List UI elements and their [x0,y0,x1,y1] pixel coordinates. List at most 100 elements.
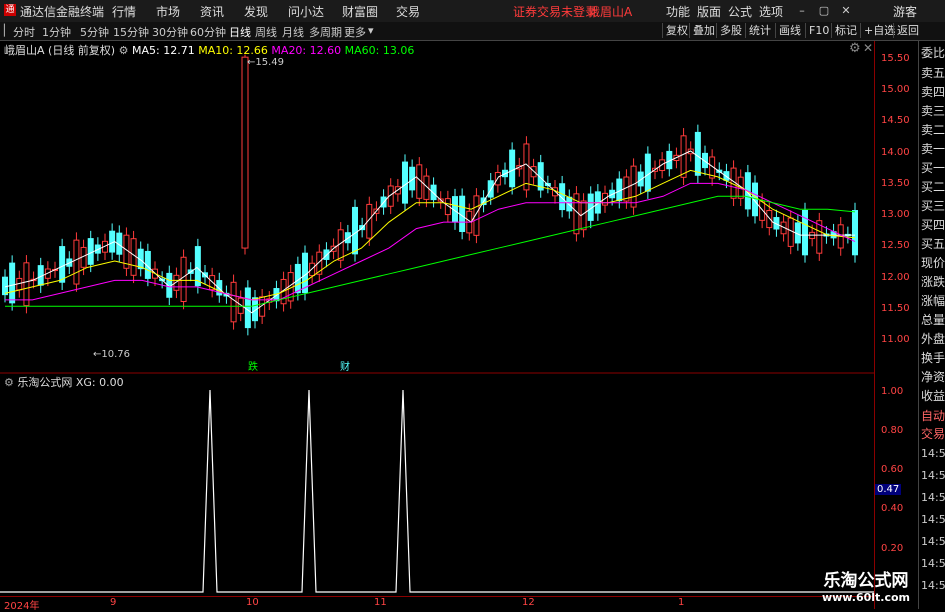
candles-group [2,54,858,336]
menu-discover[interactable]: 发现 [244,3,268,20]
candle-body [787,217,794,247]
period-intraday[interactable]: 分时 [13,24,35,40]
period-monthly[interactable]: 月线 [282,24,304,40]
menu-market[interactable]: 市场 [156,3,180,20]
sidebar-item: 买四 [921,218,945,232]
date-axis: 2024年 9 10 11 12 1 [0,596,874,612]
sidebar-item: 总量 [921,313,945,327]
menu-function[interactable]: 功能 [666,3,690,20]
period-15min[interactable]: 15分钟 [113,24,149,40]
indicator-tick: 0.60 [881,464,904,475]
more-dropdown-icon[interactable]: ▾ [368,24,374,37]
period-daily[interactable]: 日线 [229,24,251,40]
period-1min[interactable]: 1分钟 [42,24,71,40]
price-tick: 12.00 [881,272,910,283]
indicator-tick: 0.40 [881,503,904,514]
menu-options[interactable]: 选项 [759,3,783,20]
sidebar-item: 14:56 [921,469,945,482]
btn-multistock[interactable]: 多股 [716,23,745,38]
sidebar-item: 交易 [921,427,945,441]
candle-body [459,195,466,233]
period-5min[interactable]: 5分钟 [80,24,109,40]
date-tick: 11 [374,597,387,608]
candle-body [2,276,8,296]
menu-market-quote[interactable]: 行情 [112,3,136,20]
sidebar-item: 卖一 [921,142,945,156]
app-title: 通达信金融终端 [20,5,105,19]
menu-ask[interactable]: 问小达 [288,3,324,20]
menu-layout[interactable]: 版面 [697,3,721,20]
candle-body [230,281,237,323]
candle-body [194,246,201,287]
btn-draw[interactable]: 画线 [775,23,804,38]
period-multi[interactable]: 多周期 [309,24,342,40]
btn-back[interactable]: 返回 [893,23,922,38]
sidebar-item: 卖五 [921,66,945,80]
date-tick: 9 [110,597,117,608]
indicator-tick: 1.00 [881,386,904,397]
watermark-line1: 乐淘公式网 [823,571,909,591]
indicator-tick: 0.80 [881,425,904,436]
collapse-icon[interactable]: ▏ [4,24,12,37]
restore-icon[interactable]: ▢ [817,4,831,18]
sidebar-item: 14:56 [921,447,945,460]
date-tick: 10 [246,597,259,608]
marker-finance[interactable]: 财 [340,358,350,373]
sidebar-item: 卖四 [921,85,945,99]
price-tick: 12.50 [881,240,910,251]
price-tick: 11.00 [881,334,910,345]
xg-indicator [0,389,874,593]
btn-adjust[interactable]: 复权 [662,23,691,38]
candle-body [241,56,249,249]
candle-body [402,161,408,204]
candle-body [130,238,137,276]
candle-body [244,287,251,329]
period-weekly[interactable]: 周线 [255,24,277,40]
candle-body [766,210,773,229]
btn-mark[interactable]: 标记 [831,23,860,38]
sidebar-item: 买二 [921,180,945,194]
candle-body [430,184,437,201]
user-guest[interactable]: 游客 [893,3,917,20]
candle-body [9,262,16,304]
login-notice[interactable]: 证券交易未登录 [513,3,597,20]
indicator-tick: 0.20 [881,543,904,554]
price-tick: 15.50 [881,53,910,64]
sidebar-item: 14:56 [921,535,945,548]
candle-body [180,256,187,303]
marker-fall[interactable]: 跌 [248,358,258,373]
btn-overlay[interactable]: 叠加 [689,23,718,38]
low-label: ←10.76 [93,349,131,360]
menu-formula[interactable]: 公式 [728,3,752,20]
period-more[interactable]: 更多 [344,24,366,40]
price-tick: 14.00 [881,147,910,158]
close-icon[interactable]: ✕ [839,4,853,18]
menu-bar: 通 通达信金融终端 行情 市场 资讯 发现 问小达 财富圈 交易 证券交易未登录… [0,0,945,23]
sidebar-item: 涨跌 [921,275,945,289]
sidebar-item: 14:56 [921,491,945,504]
indicator-settings-icon[interactable]: ⚙ [4,376,14,389]
minimize-icon[interactable]: – [795,4,809,18]
price-tick: 15.00 [881,84,910,95]
candle-body [644,153,651,192]
btn-stats[interactable]: 统计 [745,23,774,38]
menu-trade[interactable]: 交易 [396,3,420,20]
candle-body [87,238,94,265]
indicator-header: ⚙ 乐淘公式网 XG: 0.00 [4,374,124,390]
candle-body [759,200,766,221]
period-toolbar: ▏ 分时 1分钟 5分钟 15分钟 30分钟 60分钟 日线 周线 月线 多周期… [0,22,945,41]
price-tick: 13.50 [881,178,910,189]
sidebar-item: 卖三 [921,104,945,118]
period-30min[interactable]: 30分钟 [152,24,188,40]
menu-wealth[interactable]: 财富圈 [342,3,378,20]
candlestick-chart[interactable] [0,41,874,596]
sidebar-item: 自动 [921,409,945,423]
sidebar-item: 现价 [921,256,945,270]
sidebar-item: 买三 [921,199,945,213]
period-60min[interactable]: 60分钟 [190,24,226,40]
date-tick: 1 [678,597,685,608]
indicator-current-value: 0.47 [875,484,902,495]
candle-body [59,246,66,283]
btn-f10[interactable]: F10 [805,23,832,38]
menu-news[interactable]: 资讯 [200,3,224,20]
